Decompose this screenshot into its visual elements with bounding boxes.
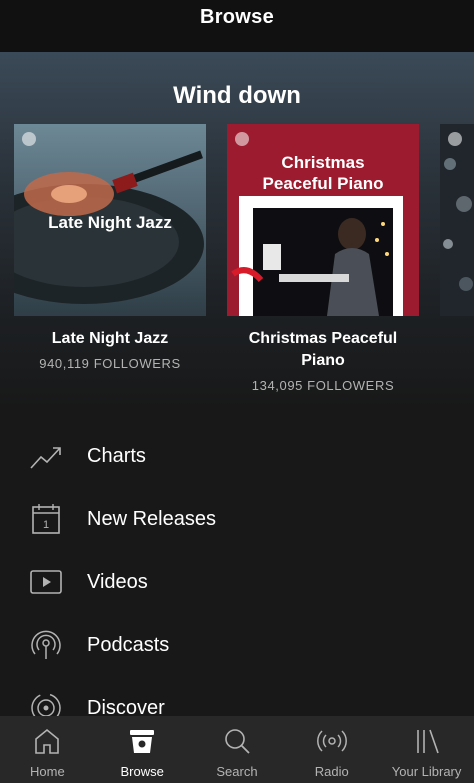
tab-your-library[interactable]: Your Library [379,716,474,783]
trending-up-icon [30,447,61,469]
spotify-logo-icon [448,132,462,146]
spotify-logo-icon [22,132,36,146]
nav-item-new-releases[interactable]: 1 New Releases [0,491,474,547]
top-bar: Browse [0,0,474,52]
cover-title-line1: Christmas [281,153,365,172]
tab-search[interactable]: Search [190,716,285,783]
tab-browse[interactable]: Browse [95,716,190,783]
calendar-icon: 1 [32,504,60,534]
cover-title-line2: Peaceful Piano [262,174,384,193]
spotify-logo-icon [235,132,249,146]
video-play-icon [30,570,62,594]
playlist-cover[interactable]: Christmas Peaceful Piano [227,124,419,316]
cover-title: Christmas Peaceful Piano [227,152,419,194]
nav-item-videos[interactable]: Videos [0,554,474,610]
playlist-name[interactable]: Late Night Jazz [14,328,206,350]
playlist-name-line2: Piano [301,352,345,369]
playlist-followers: 134,095 FOLLOWERS [251,378,395,393]
nav-item-podcasts[interactable]: Podcasts [0,617,474,673]
radio-icon [316,730,347,752]
page-title: Browse [199,5,275,28]
tab-label: Browse [120,764,164,779]
tab-radio[interactable]: Radio [284,716,379,783]
podcast-icon [31,630,61,659]
tab-label: Your Library [391,764,462,779]
nav-item-label: Charts [87,444,146,467]
tab-home[interactable]: Home [0,716,95,783]
nav-item-label: New Releases [87,507,216,530]
playlist-name-line1: Christmas Peaceful [248,330,398,347]
playlist-name[interactable]: Christmas Peaceful Piano [227,328,419,372]
bokeh-image [440,124,474,316]
nav-item-label: Podcasts [87,633,170,656]
bottom-tab-bar: Home Browse Search Radio Your Library [0,716,474,783]
search-icon [225,729,250,754]
library-icon [416,729,439,754]
tab-label: Radio [314,764,349,779]
home-icon [35,728,60,754]
playlist-cover[interactable]: Late Night Jazz [14,124,206,316]
nav-item-charts[interactable]: Charts [0,428,474,484]
section-title: Wind down [173,82,301,109]
svg-text:1: 1 [43,519,49,531]
playlist-followers: 940,119 FOLLOWERS [39,356,181,371]
playlist-card-christmas-peaceful-piano[interactable]: Christmas Peaceful Piano Christmas Peace… [227,124,419,393]
tab-label: Home [30,764,65,779]
playlist-card-late-night-jazz[interactable]: Late Night Jazz Late Night Jazz 940,119 … [14,124,206,371]
tab-label: Search [216,764,258,779]
playlist-card-partial[interactable] [440,124,474,316]
cover-title: Late Night Jazz [48,213,172,232]
nav-item-label: Videos [87,570,148,593]
browse-icon [130,730,155,753]
